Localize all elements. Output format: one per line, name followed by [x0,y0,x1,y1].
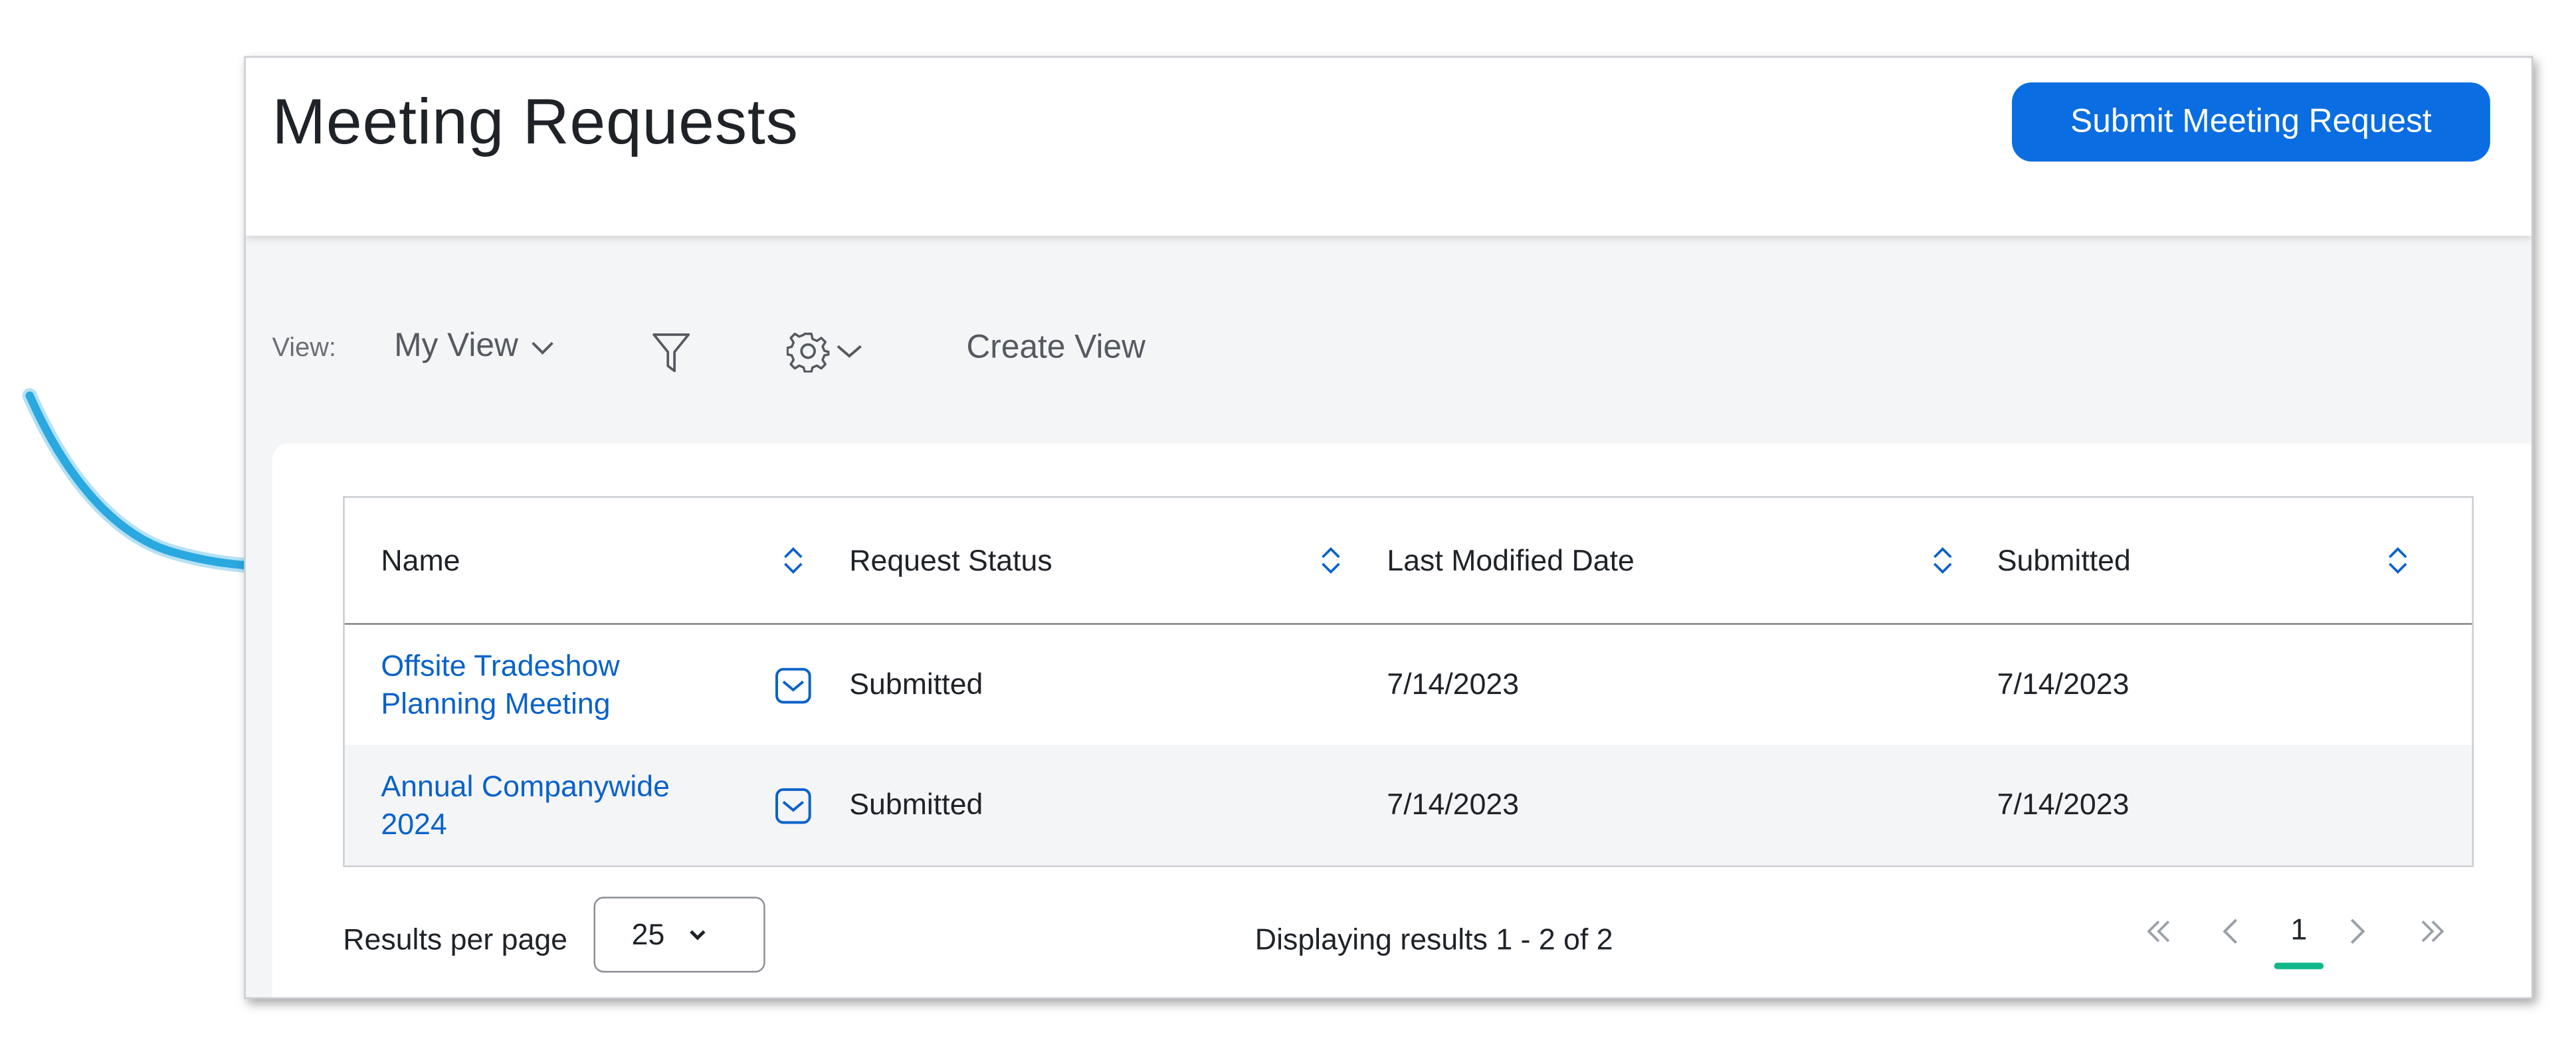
table-footer: Results per page 25 Displaying results 1… [343,897,2470,979]
gear-icon [786,332,830,373]
results-count-text: Displaying results 1 - 2 of 2 [1254,922,1613,956]
table-row: Offsite Tradeshow Planning Meeting Submi… [345,625,2472,745]
results-per-page-select[interactable]: 25 [593,897,765,973]
submitted-date: 7/14/2023 [1997,667,2130,701]
submitted-date: 7/14/2023 [1997,788,2130,822]
column-header-submitted[interactable]: Submitted [1997,544,2131,578]
first-page-icon[interactable] [2144,917,2174,946]
create-view-link[interactable]: Create View [966,329,1145,367]
current-page-indicator [2274,962,2324,970]
view-label: View: [272,334,336,363]
sort-icon[interactable] [2386,546,2409,576]
meeting-name-link[interactable]: Annual Companywide 2024 [381,768,710,844]
next-page-icon[interactable] [2345,917,2368,946]
filter-icon [652,333,690,373]
last-modified-date: 7/14/2023 [1387,788,1520,822]
last-modified-date: 7/14/2023 [1387,667,1520,701]
chevron-down-icon [837,345,862,358]
current-page-number[interactable]: 1 [2276,913,2322,948]
request-status: Submitted [849,667,983,701]
column-header-request-status[interactable]: Request Status [849,544,1052,578]
settings-dropdown[interactable] [786,329,862,373]
row-select-checkbox[interactable] [775,788,812,824]
view-dropdown[interactable]: My View [394,328,554,366]
page-header: Meeting Requests Submit Meeting Request [245,57,2531,236]
sort-icon[interactable] [1320,546,1343,576]
filter-button[interactable] [651,331,691,383]
page-title: Meeting Requests [272,87,799,159]
view-dropdown-value: My View [394,327,518,365]
column-header-last-modified-date[interactable]: Last Modified Date [1387,544,1635,578]
chevron-down-icon [532,341,554,354]
pagination: 1 [2131,907,2460,979]
previous-page-icon[interactable] [2220,917,2243,946]
meeting-requests-table: Name Request Status Last Modified Date S… [343,496,2474,867]
view-toolbar: View: My View Create View [246,311,2531,394]
results-per-page-label: Results per page [343,922,568,956]
request-status: Submitted [849,788,983,822]
table-header: Name Request Status Last Modified Date S… [344,498,2472,625]
meeting-requests-card: Meeting Requests Submit Meeting Request … [244,56,2533,1000]
row-select-checkbox[interactable] [775,667,812,704]
sort-icon[interactable] [781,546,805,576]
results-per-page-value: 25 [631,917,665,950]
chevron-down-icon [690,930,706,940]
results-panel: Name Request Status Last Modified Date S… [272,443,2531,998]
submit-meeting-request-button[interactable]: Submit Meeting Request [2012,82,2490,162]
table-row: Annual Companywide 2024 Submitted 7/14/2… [344,745,2472,866]
meeting-name-link[interactable]: Offsite Tradeshow Planning Meeting [381,648,710,723]
last-page-icon[interactable] [2418,917,2448,946]
column-header-name[interactable]: Name [381,544,460,578]
sort-icon[interactable] [1931,546,1954,576]
